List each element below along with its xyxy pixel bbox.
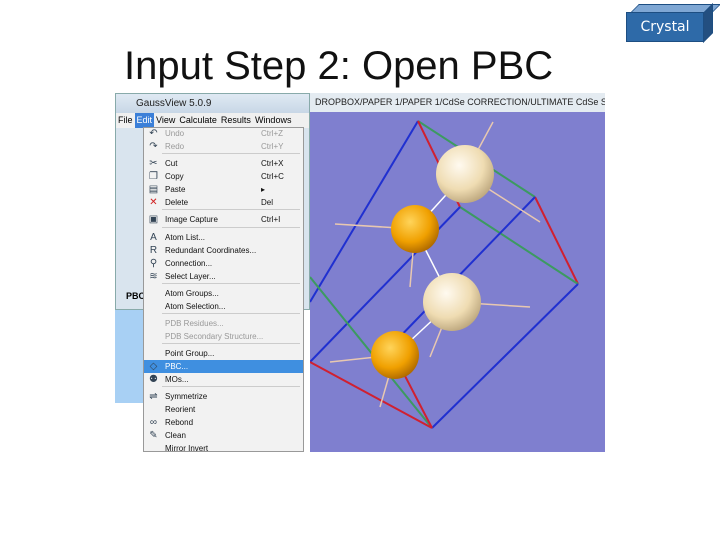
pbc-icon: ◇ [149, 361, 158, 372]
menu-item-label: Mirror Invert [165, 444, 209, 452]
menu-separator [162, 227, 300, 228]
gaussview-screenshot: GaussView 5.0.9 File Edit View Calculate… [115, 93, 605, 452]
menu-item-label: Atom Groups... [165, 289, 219, 298]
window-title: GaussView 5.0.9 [116, 94, 309, 113]
menu-item-symmetrize[interactable]: ⇌ Symmetrize [144, 390, 303, 403]
cell-edge [459, 206, 579, 285]
scissors-icon: ✂ [149, 158, 158, 169]
menu-item-image-capture[interactable]: ▣ Image Capture Ctrl+I [144, 213, 303, 226]
undo-icon: ↶ [149, 128, 158, 139]
menu-item-pdb-residues[interactable]: PDB Residues... [144, 317, 303, 330]
menu-item-shortcut: Ctrl+X [261, 159, 284, 168]
menu-item-label: Redo [165, 142, 185, 151]
atom-list-icon: A [150, 232, 157, 243]
menu-separator [162, 343, 300, 344]
menu-item-shortcut: Ctrl+Y [261, 142, 284, 151]
symmetrize-icon: ⇌ [149, 391, 158, 402]
menu-separator [162, 209, 300, 210]
crystal-badge: Crystal [626, 3, 720, 43]
cell-edge [310, 361, 433, 429]
menu-item-select-layer[interactable]: ≋ Select Layer... [144, 270, 303, 283]
menu-item-label: Image Capture [165, 215, 218, 224]
menu-file[interactable]: File [116, 113, 135, 128]
menu-item-label: Clean [165, 431, 186, 440]
menu-item-copy[interactable]: ❐ Copy Ctrl+C [144, 170, 303, 183]
crystal-structure [310, 120, 579, 429]
menu-view[interactable]: View [154, 113, 177, 128]
menu-calculate[interactable]: Calculate [177, 113, 219, 128]
menu-item-label: Symmetrize [165, 392, 208, 401]
menu-item-reorient[interactable]: Reorient [144, 403, 303, 416]
menu-item-label: Delete [165, 198, 189, 207]
menu-item-point-group[interactable]: Point Group... [144, 347, 303, 360]
menu-item-undo[interactable]: ↶ Undo Ctrl+Z [144, 127, 303, 140]
menu-item-rebond[interactable]: ∞ Rebond [144, 416, 303, 429]
rebond-icon: ∞ [149, 417, 158, 428]
menu-item-label: PBC... [165, 362, 189, 371]
menu-item-atom-selection[interactable]: Atom Selection... [144, 300, 303, 313]
menu-item-label: Redundant Coordinates... [165, 246, 257, 255]
menu-item-pbc[interactable]: ◇ PBC... [144, 360, 303, 373]
menu-results[interactable]: Results [219, 113, 253, 128]
background-pane [115, 310, 143, 403]
menu-item-mos[interactable]: ⚉ MOs... [144, 373, 303, 386]
file-path-title: DROPBOX/PAPER 1/PAPER 1/CdSe CORRECTION/… [310, 93, 605, 112]
badge-label: Crystal [626, 12, 704, 42]
mos-icon: ⚉ [149, 374, 158, 385]
connection-icon: ⚲ [149, 258, 158, 269]
paste-icon: ▤ [148, 184, 159, 195]
cd-atom[interactable] [391, 205, 439, 253]
menu-windows[interactable]: Windows [253, 113, 294, 128]
edit-menu: ↶ Undo Ctrl+Z ↷ Redo Ctrl+Y ✂ Cut Ctrl+X ❐ Copy Ctr… [143, 127, 304, 452]
redo-icon: ↷ [149, 141, 158, 152]
menu-item-shortcut: Ctrl+I [261, 215, 281, 224]
menu-item-label: Atom List... [165, 233, 206, 242]
menu-item-label: Connection... [165, 259, 213, 268]
menu-item-connection[interactable]: ⚲ Connection... [144, 257, 303, 270]
menu-item-label: Paste [165, 185, 186, 194]
camera-icon: ▣ [148, 214, 159, 225]
menu-item-label: Reorient [165, 405, 196, 414]
menu-item-atom-list[interactable]: A Atom List... [144, 231, 303, 244]
menu-item-paste[interactable]: ▤ Paste ▸ [144, 183, 303, 196]
menu-item-label: Point Group... [165, 349, 215, 358]
copy-icon: ❐ [149, 171, 158, 182]
menu-separator [162, 153, 300, 154]
menu-item-label: MOs... [165, 375, 189, 384]
menu-item-label: Atom Selection... [165, 302, 226, 311]
menu-item-label: Cut [165, 159, 178, 168]
menu-item-redo[interactable]: ↷ Redo Ctrl+Y [144, 140, 303, 153]
menu-item-label: Copy [165, 172, 184, 181]
menu-item-shortcut: Del [261, 198, 274, 207]
se-atom[interactable] [436, 145, 494, 203]
menu-item-redundant-coordinates[interactable]: R Redundant Coordinates... [144, 244, 303, 257]
menu-item-label: Rebond [165, 418, 194, 427]
se-atom[interactable] [423, 273, 481, 331]
delete-icon: ✕ [149, 197, 158, 208]
slide-title: Input Step 2: Open PBC [124, 44, 554, 88]
menu-separator [162, 386, 300, 387]
menu-item-label: PDB Secondary Structure... [165, 332, 264, 341]
menubar: File Edit View Calculate Results Windows [116, 113, 309, 128]
cd-atom[interactable] [371, 331, 419, 379]
menu-item-cut[interactable]: ✂ Cut Ctrl+X [144, 157, 303, 170]
menu-edit[interactable]: Edit [134, 113, 155, 128]
menu-item-delete[interactable]: ✕ Delete Del [144, 196, 303, 209]
clean-icon: ✎ [149, 430, 158, 441]
redundant-icon: R [149, 245, 158, 256]
layer-icon: ≋ [149, 271, 158, 282]
molecule-viewport[interactable] [310, 112, 605, 452]
menu-item-atom-groups[interactable]: Atom Groups... [144, 287, 303, 300]
menu-separator [162, 313, 300, 314]
menu-item-label: Undo [165, 129, 185, 138]
menu-item-label: Select Layer... [165, 272, 216, 281]
menu-item-shortcut: Ctrl+C [261, 172, 284, 181]
menu-item-label: PDB Residues... [165, 319, 224, 328]
menu-separator [162, 283, 300, 284]
menu-item-mirror-invert[interactable]: Mirror Invert [144, 442, 303, 452]
menu-item-pdb-secondary-structure[interactable]: PDB Secondary Structure... [144, 330, 303, 343]
menu-item-shortcut: Ctrl+Z [261, 129, 283, 138]
menu-item-shortcut: ▸ [261, 185, 266, 194]
menu-item-clean[interactable]: ✎ Clean [144, 429, 303, 442]
